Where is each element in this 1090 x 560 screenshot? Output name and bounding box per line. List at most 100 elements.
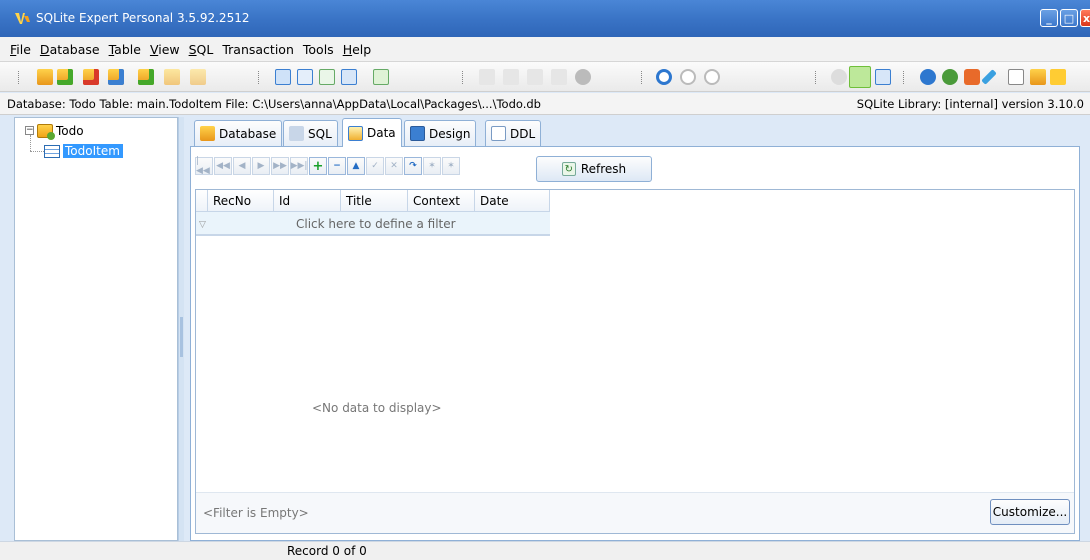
tab-database[interactable]: Database: [194, 120, 283, 146]
toolbar-grip[interactable]: [18, 71, 21, 84]
tool-icon[interactable]: [964, 69, 980, 85]
form-view-icon[interactable]: [297, 69, 313, 85]
next-page-icon[interactable]: ▶▶: [271, 157, 289, 175]
window-icon[interactable]: [875, 69, 891, 85]
new-table-icon[interactable]: [138, 69, 154, 85]
script-run-icon[interactable]: [479, 69, 495, 85]
script-debug-icon[interactable]: [527, 69, 543, 85]
tab-data[interactable]: Data: [342, 118, 402, 147]
script-format-icon[interactable]: [551, 69, 567, 85]
menu-view[interactable]: View: [150, 42, 180, 57]
filter-status: <Filter is Empty>: [203, 506, 309, 520]
column-header-title[interactable]: Title: [341, 190, 408, 212]
panel-splitter[interactable]: [178, 117, 184, 541]
tree-item-table[interactable]: TodoItem: [44, 142, 123, 160]
last-page-icon[interactable]: ▶▶|: [290, 157, 308, 175]
menu-help[interactable]: Help: [343, 42, 372, 57]
filter-funnel-icon: ▽: [199, 220, 206, 230]
toolbar-grip[interactable]: [462, 71, 465, 84]
customize-button[interactable]: Customize...: [990, 499, 1070, 525]
tree-database-label: Todo: [56, 124, 84, 138]
column-header-recno[interactable]: RecNo: [208, 190, 274, 212]
attach-database-icon[interactable]: [108, 69, 124, 85]
menu-database[interactable]: Database: [40, 42, 100, 57]
refresh-data-icon[interactable]: [319, 69, 335, 85]
first-page-icon[interactable]: |◀◀: [195, 156, 213, 176]
toolbar-grip[interactable]: [258, 71, 261, 84]
tab-ddl-label: DDL: [510, 126, 536, 141]
grid-view-icon[interactable]: [275, 69, 291, 85]
about-icon[interactable]: [1050, 69, 1066, 85]
refresh-records-icon[interactable]: ↷: [404, 157, 422, 175]
sqlite-version-text: SQLite Library: [internal] version 3.10.…: [856, 97, 1084, 111]
begin-transaction-icon[interactable]: [656, 69, 672, 85]
tab-sql[interactable]: SQL: [283, 120, 338, 146]
tree-connector: [30, 151, 44, 152]
drop-table-icon[interactable]: [190, 69, 206, 85]
database-tree: − Todo TodoItem: [14, 117, 178, 541]
new-database-icon[interactable]: [37, 69, 53, 85]
record-navigator: |◀◀ ◀◀ ◀ ▶ ▶▶ ▶▶| + − ▲ ✓ ✕ ↷ ✶ ✶: [195, 153, 461, 179]
prev-record-icon[interactable]: ◀: [233, 157, 251, 175]
delete-record-icon[interactable]: −: [328, 157, 346, 175]
toolbar-grip[interactable]: [903, 71, 906, 84]
db-info-icon[interactable]: [1030, 69, 1046, 85]
insert-record-icon[interactable]: +: [309, 157, 327, 175]
splitter-grip[interactable]: [180, 317, 183, 357]
menu-table[interactable]: Table: [109, 42, 141, 57]
export-icon[interactable]: [341, 69, 357, 85]
database-icon: [37, 124, 55, 140]
prev-page-icon[interactable]: ◀◀: [214, 157, 232, 175]
cancel-edit-icon[interactable]: ✕: [385, 157, 403, 175]
filter-icon[interactable]: [849, 66, 871, 88]
menu-tools[interactable]: Tools: [303, 42, 334, 57]
tab-strip: Database SQL Data Design DDL: [190, 118, 1080, 147]
column-header-date[interactable]: Date: [475, 190, 550, 212]
tree-collapse-toggle[interactable]: −: [25, 126, 34, 135]
tree-connector: [30, 135, 31, 151]
filter-panel: <Filter is Empty> Customize...: [196, 492, 1074, 533]
minimize-button[interactable]: _: [1040, 9, 1058, 27]
close-button[interactable]: x: [1080, 9, 1090, 27]
import-icon[interactable]: [373, 69, 389, 85]
tree-item-database[interactable]: Todo: [37, 122, 84, 140]
script-step-icon[interactable]: [503, 69, 519, 85]
open-database-icon[interactable]: [57, 69, 73, 85]
refresh-button[interactable]: ↻ Refresh: [536, 156, 652, 182]
rollback-transaction-icon[interactable]: [704, 69, 720, 85]
next-record-icon[interactable]: ▶: [252, 157, 270, 175]
column-header-context[interactable]: Context: [408, 190, 475, 212]
toolbar-grip[interactable]: [815, 71, 818, 84]
data-icon: [348, 125, 363, 141]
edit-record-icon[interactable]: ▲: [347, 157, 365, 175]
pen-icon[interactable]: [981, 69, 997, 85]
filter-row[interactable]: ▽ Click here to define a filter: [196, 212, 550, 236]
menu-transaction[interactable]: Transaction: [222, 42, 294, 57]
toolbar-grip[interactable]: [641, 71, 644, 84]
mail-icon[interactable]: [1008, 69, 1024, 85]
no-data-message: <No data to display>: [312, 401, 442, 415]
title-bar: SQLite Expert Personal 3.5.92.2512 _ □ x: [0, 0, 1090, 37]
copy-table-icon[interactable]: [164, 69, 180, 85]
column-header-id[interactable]: Id: [274, 190, 341, 212]
settings-icon[interactable]: [831, 69, 847, 85]
post-edit-icon[interactable]: ✓: [366, 157, 384, 175]
commit-transaction-icon[interactable]: [680, 69, 696, 85]
goto-bookmark-icon[interactable]: ✶: [442, 157, 460, 175]
menu-sql[interactable]: SQL: [189, 42, 214, 57]
tab-data-label: Data: [367, 126, 396, 140]
help-icon[interactable]: [920, 69, 936, 85]
tab-ddl[interactable]: DDL: [485, 120, 542, 146]
filter-prompt: Click here to define a filter: [296, 217, 456, 231]
script-stop-icon[interactable]: [575, 69, 591, 85]
menu-file[interactable]: File: [10, 42, 31, 57]
set-bookmark-icon[interactable]: ✶: [423, 157, 441, 175]
tab-design[interactable]: Design: [404, 120, 477, 146]
database-info-text: Database: Todo Table: main.TodoItem File…: [7, 97, 541, 111]
grid-header: RecNo Id Title Context Date: [196, 190, 550, 212]
refresh-button-label: Refresh: [580, 162, 627, 176]
close-database-icon[interactable]: [83, 69, 99, 85]
maximize-button[interactable]: □: [1060, 9, 1078, 27]
web-icon[interactable]: [942, 69, 958, 85]
data-grid: RecNo Id Title Context Date ▽ Click here…: [195, 189, 1075, 534]
